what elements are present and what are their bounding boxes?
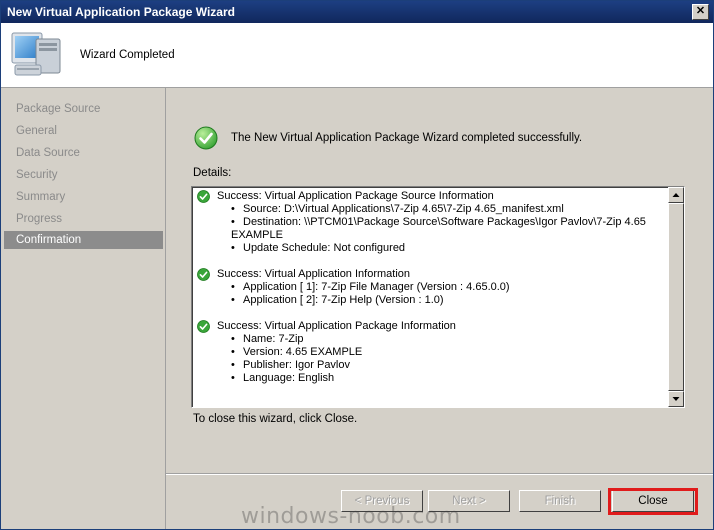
sidebar-item-summary: Summary	[16, 191, 66, 203]
arrow-down-icon	[672, 397, 680, 401]
success-check-icon	[197, 320, 210, 333]
footer-divider	[166, 473, 713, 475]
sidebar-item-confirmation: Confirmation	[4, 231, 163, 249]
list-item: Application [ 1]: 7-Zip File Manager (Ve…	[231, 281, 665, 294]
list-item: Publisher: Igor Pavlov	[231, 359, 665, 372]
scroll-thumb[interactable]	[668, 203, 684, 391]
list-item: Destination: \\PTCM01\Package Source\Sof…	[231, 216, 665, 229]
details-section: Success: Virtual Application Package Sou…	[195, 190, 665, 255]
sidebar-item-general: General	[16, 125, 57, 137]
list-item: Name: 7-Zip	[231, 333, 665, 346]
list-item: Application [ 2]: 7-Zip Help (Version : …	[231, 294, 665, 307]
section-title: Success: Virtual Application Information	[217, 268, 411, 280]
scroll-down-button[interactable]	[668, 391, 684, 407]
details-label: Details:	[193, 167, 232, 179]
list-item: Source: D:\Virtual Applications\7-Zip 4.…	[231, 203, 665, 216]
list-item: Update Schedule: Not configured	[231, 242, 665, 255]
page-title: Wizard Completed	[80, 49, 175, 61]
section-title: Success: Virtual Application Package Inf…	[217, 320, 456, 332]
list-item-continuation: EXAMPLE	[231, 229, 283, 241]
sidebar-item-package-source: Package Source	[16, 103, 101, 115]
computer-icon	[11, 32, 61, 76]
title-bar: New Virtual Application Package Wizard ✕	[1, 1, 713, 23]
wizard-window: New Virtual Application Package Wizard ✕…	[0, 0, 714, 530]
wizard-steps: Package Source General Data Source Secur…	[1, 88, 166, 529]
watermark: windows-noob.com	[241, 504, 461, 529]
sidebar-item-security: Security	[16, 169, 58, 181]
window-title: New Virtual Application Package Wizard	[7, 5, 235, 19]
details-section: Success: Virtual Application Package Inf…	[195, 320, 665, 385]
close-icon[interactable]: ✕	[692, 4, 709, 20]
arrow-up-icon	[672, 193, 680, 197]
success-message: The New Virtual Application Package Wiza…	[231, 132, 583, 144]
section-title: Success: Virtual Application Package Sou…	[217, 190, 494, 202]
list-item: Version: 4.65 EXAMPLE	[231, 346, 665, 359]
success-check-icon	[194, 126, 218, 150]
close-button-highlight	[608, 488, 698, 515]
details-section: Success: Virtual Application Information…	[195, 268, 665, 307]
sidebar-item-data-source: Data Source	[16, 147, 80, 159]
details-content: Success: Virtual Application Package Sou…	[195, 190, 665, 398]
close-hint: To close this wizard, click Close.	[193, 413, 358, 425]
sidebar-item-progress: Progress	[16, 213, 63, 225]
main-panel: The New Virtual Application Package Wiza…	[166, 88, 713, 529]
success-check-icon	[197, 268, 210, 281]
wizard-header: Wizard Completed	[1, 23, 713, 88]
details-textbox[interactable]: Success: Virtual Application Package Sou…	[191, 186, 685, 408]
list-item: Language: English	[231, 372, 665, 385]
success-check-icon	[197, 190, 210, 203]
scroll-up-button[interactable]	[668, 187, 684, 203]
finish-button[interactable]: Finish	[519, 490, 601, 512]
vertical-scrollbar[interactable]	[668, 187, 684, 407]
